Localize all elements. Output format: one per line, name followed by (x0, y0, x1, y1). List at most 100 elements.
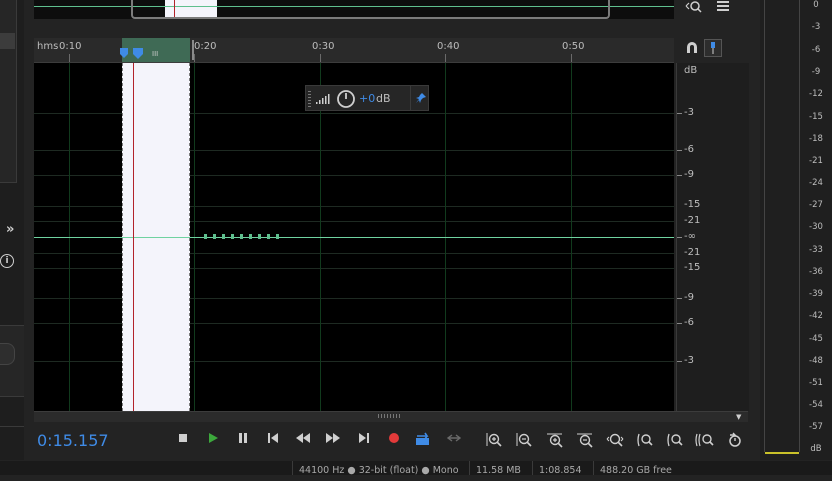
zoom-out-time-button[interactable] (576, 432, 594, 452)
skip-selection-button[interactable] (445, 432, 463, 448)
meter-label: -45 (809, 334, 823, 344)
zoom-selection-button[interactable] (636, 432, 654, 452)
gain-knob-icon[interactable] (336, 89, 356, 112)
gain-value[interactable]: +0 (359, 92, 375, 105)
rewind-button[interactable] (294, 432, 312, 448)
db-tick (677, 175, 682, 176)
rewind-icon (296, 433, 310, 443)
zoom-to-selection-icon[interactable] (685, 0, 705, 18)
db-label: -9 (684, 292, 694, 303)
zoom-out-full-button[interactable] (694, 432, 714, 452)
hud-pin-icon[interactable] (415, 92, 427, 107)
zoom-out-time-icon (577, 433, 593, 448)
ruler-tick (445, 54, 446, 62)
db-tick (677, 237, 682, 238)
loop-icon (416, 432, 429, 445)
overview-viewport-frame[interactable] (131, 0, 610, 19)
zoom-out-full-icon (695, 433, 714, 447)
play-button[interactable] (204, 432, 222, 448)
horizontal-scrollbar[interactable]: ▼ (34, 411, 748, 422)
pause-button[interactable] (234, 432, 252, 448)
left-panel-footer (0, 398, 24, 427)
status-format: 44100 Hz ● 32-bit (float) ● Mono (292, 461, 465, 476)
db-label: -21 (684, 247, 701, 258)
zoom-full-button[interactable] (606, 432, 624, 452)
zoom-out-amplitude-button[interactable] (516, 432, 534, 452)
zoom-out-icon (516, 433, 532, 447)
meter-label: -57 (809, 422, 823, 432)
pin-marker-button[interactable] (704, 39, 722, 57)
db-tick (677, 150, 682, 151)
db-label: -∞ (684, 231, 696, 242)
left-panel-list[interactable] (0, 0, 17, 183)
meter-label: -3 (811, 22, 821, 32)
fast-forward-button[interactable] (324, 432, 342, 448)
level-meter-scale: 0 -3 -6 -9 -12 -15 -18 -21 -24 -27 -30 -… (803, 0, 832, 460)
waveform-signal (204, 234, 280, 239)
ruler-tick (571, 54, 572, 62)
status-free-space: 488.20 GB free (593, 461, 678, 476)
db-label: -3 (684, 107, 694, 118)
stop-icon (179, 434, 187, 442)
db-label: -9 (684, 169, 694, 180)
gain-unit: dB (376, 92, 391, 105)
zoom-in-time-button[interactable] (546, 432, 564, 452)
selection-grip[interactable]: III (152, 50, 158, 58)
snap-icon[interactable] (685, 41, 699, 59)
spectral-waveform-panel[interactable] (34, 63, 674, 411)
level-meter-track (764, 0, 800, 452)
db-label: -6 (684, 317, 694, 328)
db-tick (677, 323, 682, 324)
playhead-handle[interactable] (132, 48, 144, 63)
skip-to-end-button[interactable] (355, 432, 373, 448)
zoom-to-selection-button[interactable] (666, 432, 684, 452)
meter-label: -15 (809, 112, 823, 122)
zoom-brackets-icon (667, 433, 683, 447)
db-label: -21 (684, 215, 701, 226)
db-label: -3 (684, 355, 694, 366)
menu-list-icon[interactable] (716, 0, 730, 18)
meter-label: 0 (813, 0, 819, 10)
db-scale-header: dB (684, 65, 698, 76)
stop-button[interactable] (174, 432, 192, 448)
timeline-ruler[interactable]: III hms 0:10 0:20 0:30 0:40 0:50 (34, 38, 674, 63)
ruler-tick (320, 54, 321, 62)
zoom-reset-button[interactable] (726, 432, 744, 452)
left-panel-knob[interactable] (0, 343, 15, 365)
current-time-display[interactable]: 0:15.157 (37, 431, 109, 450)
db-label: -15 (684, 199, 701, 210)
status-duration: 1:08.854 (532, 461, 588, 476)
record-button[interactable] (385, 432, 403, 448)
hud-drag-grip[interactable] (308, 89, 311, 107)
signal-bars-icon (316, 91, 332, 108)
expand-panel-icon[interactable]: » (6, 222, 14, 237)
selection-start-handle[interactable] (120, 48, 132, 63)
meter-label: -33 (809, 245, 823, 255)
zoom-in-time-icon (547, 433, 563, 448)
skip-to-start-button[interactable] (264, 432, 282, 448)
playhead[interactable] (133, 63, 134, 411)
db-label: -6 (684, 144, 694, 155)
record-icon (389, 433, 399, 443)
ruler-label-1: 0:20 (194, 41, 217, 52)
meter-label: -54 (809, 400, 823, 410)
hud-gain-control[interactable]: +0 dB (305, 85, 429, 111)
waveform-overview[interactable] (34, 0, 674, 19)
left-panel-control[interactable] (0, 325, 24, 397)
scroll-down-icon[interactable]: ▼ (736, 413, 741, 421)
meter-label: -51 (809, 378, 823, 388)
meter-label: -36 (809, 267, 823, 277)
play-icon (209, 433, 218, 443)
meter-label: dB (810, 444, 822, 454)
meter-label: -30 (809, 222, 823, 232)
meter-label: -27 (809, 200, 823, 210)
scroll-grip[interactable] (378, 414, 402, 418)
info-icon[interactable]: i (0, 254, 14, 268)
loop-playback-button[interactable] (414, 432, 432, 450)
zoom-in-amplitude-button[interactable] (486, 432, 504, 452)
zoom-selection-icon (637, 433, 653, 447)
db-tick (677, 113, 682, 114)
skip-forward-icon (359, 433, 369, 443)
waveform-line (34, 237, 674, 238)
zoom-full-icon (606, 433, 624, 447)
